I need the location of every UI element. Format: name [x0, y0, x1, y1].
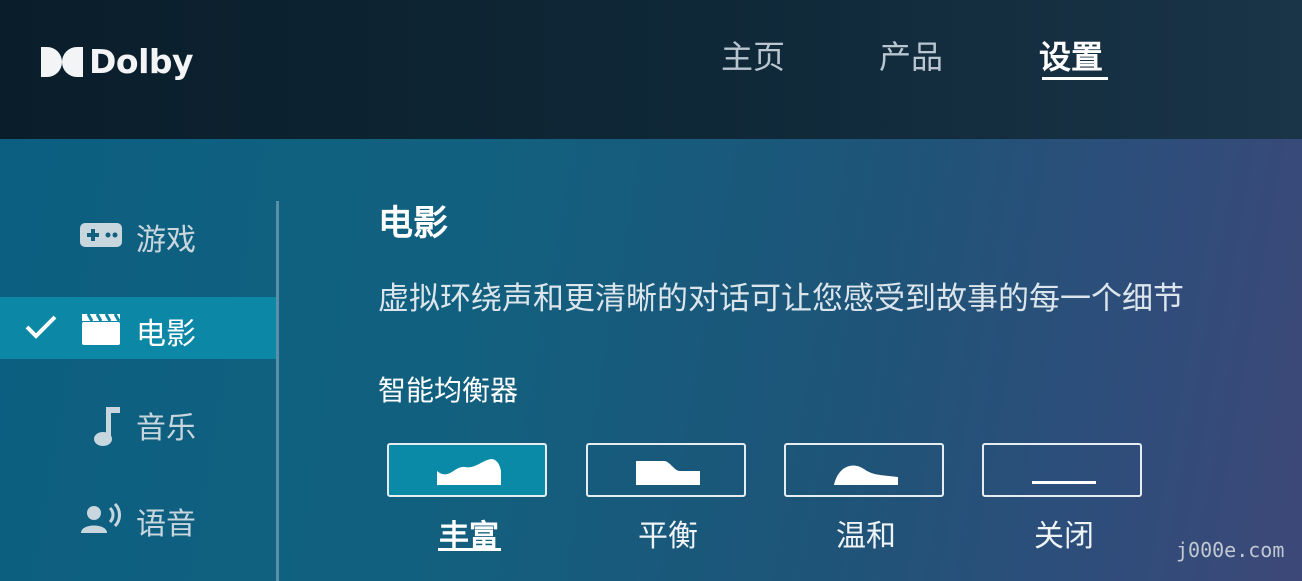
- eq-option-label[interactable]: 平衡: [586, 511, 750, 555]
- sidebar-item-music[interactable]: 音乐: [0, 391, 276, 453]
- clapperboard-icon: [82, 313, 120, 345]
- brand-name: Dolby: [89, 42, 194, 81]
- eq-off-icon: [1032, 481, 1096, 484]
- eq-rich-icon: [437, 459, 501, 485]
- eq-option-label[interactable]: 关闭: [982, 511, 1146, 555]
- eq-balanced-button[interactable]: [586, 443, 746, 497]
- equalizer-label: 智能均衡器: [378, 374, 519, 407]
- nav-active-underline: [1042, 77, 1108, 80]
- sidebar-item-label: 音乐: [136, 411, 196, 446]
- eq-selected-underline: [438, 548, 501, 551]
- eq-rich-button[interactable]: [387, 443, 547, 497]
- check-icon: [25, 315, 57, 339]
- dolby-logo[interactable]: Dolby: [41, 42, 194, 81]
- eq-off-button[interactable]: [982, 443, 1142, 497]
- sidebar-divider: [276, 201, 279, 581]
- sidebar-item-voice[interactable]: 语音: [0, 487, 276, 549]
- nav-home[interactable]: 主页: [721, 32, 785, 78]
- sidebar-item-movies[interactable]: 电影: [0, 297, 276, 359]
- eq-warm-button[interactable]: [784, 443, 944, 497]
- eq-warm-icon: [834, 465, 898, 485]
- sidebar-item-label: 游戏: [136, 223, 196, 258]
- voice-icon: [81, 503, 121, 533]
- sidebar-item-label: 电影: [136, 317, 196, 352]
- main-panel: 游戏 电影 音乐 语音 电影 虚拟环绕声和更清晰的对话可让您感受到故事的每一个细…: [0, 139, 1302, 581]
- nav-settings[interactable]: 设置: [1039, 32, 1103, 78]
- sidebar-item-games[interactable]: 游戏: [0, 203, 276, 265]
- content-title: 电影: [378, 204, 449, 244]
- nav-products[interactable]: 产品: [879, 32, 943, 78]
- top-bar: Dolby 主页 产品 设置: [0, 0, 1302, 139]
- dolby-double-d-icon: [41, 46, 83, 77]
- eq-option-label[interactable]: 温和: [784, 511, 948, 555]
- sidebar-item-label: 语音: [136, 507, 196, 542]
- gamepad-icon: [80, 223, 122, 247]
- eq-balanced-icon: [636, 461, 700, 485]
- music-note-icon: [94, 407, 120, 446]
- watermark: j000e.com: [1176, 538, 1285, 562]
- content-description: 虚拟环绕声和更清晰的对话可让您感受到故事的每一个细节: [378, 281, 1184, 317]
